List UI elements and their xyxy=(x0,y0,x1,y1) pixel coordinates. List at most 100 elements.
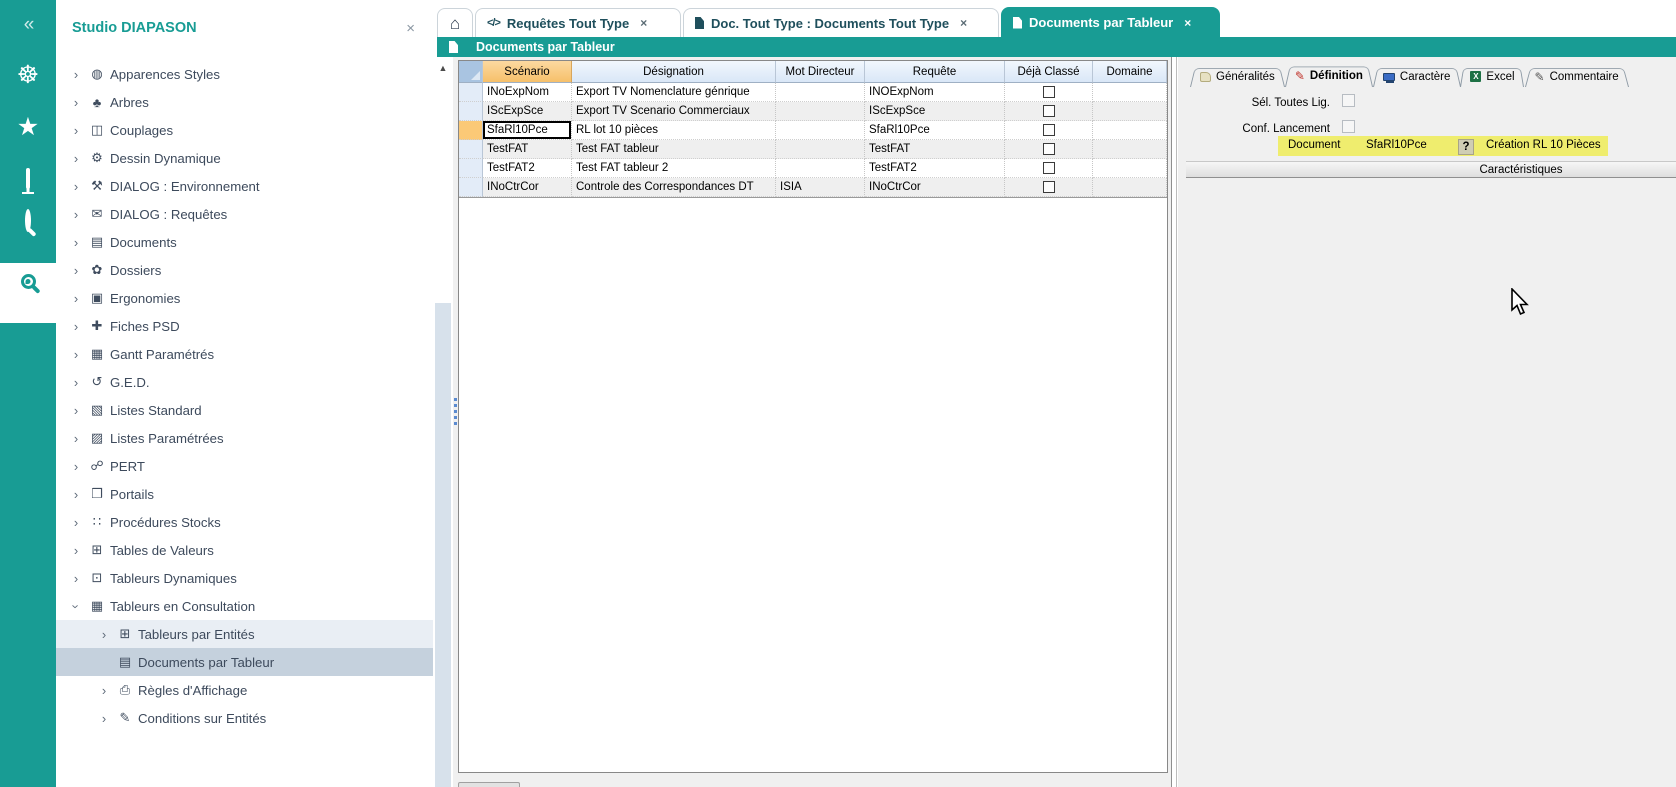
checkbox-unchecked[interactable] xyxy=(1043,124,1055,136)
column-header-domaine[interactable]: Domaine xyxy=(1093,61,1167,83)
tree-item[interactable]: ›☍PERT xyxy=(56,452,433,480)
home-tab[interactable]: ⌂ xyxy=(437,8,473,37)
tree-chevron-icon[interactable]: › xyxy=(66,95,86,110)
cell-domaine[interactable] xyxy=(1093,159,1167,178)
tree-item[interactable]: ›⊞Tableurs par Entités xyxy=(56,620,433,648)
cell-mot[interactable] xyxy=(776,121,865,140)
cell-domaine[interactable] xyxy=(1093,140,1167,159)
close-tab-icon[interactable]: × xyxy=(640,16,647,30)
tree-chevron-icon[interactable]: › xyxy=(66,151,86,166)
tree-chevron-icon[interactable]: › xyxy=(94,711,114,726)
tree-item[interactable]: ›◫Couplages xyxy=(56,116,433,144)
cell-domaine[interactable] xyxy=(1093,83,1167,102)
detail-tab-d-finition[interactable]: ✎Définition xyxy=(1285,64,1373,87)
search-icon[interactable] xyxy=(0,212,56,230)
cell-scenario[interactable]: SfaRl10Pce xyxy=(483,121,572,140)
column-header-mot[interactable]: Mot Directeur xyxy=(776,61,865,83)
tree-chevron-icon[interactable]: › xyxy=(94,683,114,698)
tree-item[interactable]: ›▧Listes Standard xyxy=(56,396,433,424)
tree-chevron-icon[interactable]: › xyxy=(66,179,86,194)
row-header[interactable] xyxy=(459,159,483,178)
column-header-designation[interactable]: Désignation xyxy=(572,61,776,83)
cell-domaine[interactable] xyxy=(1093,102,1167,121)
tree-item[interactable]: ›✎Conditions sur Entités xyxy=(56,704,433,732)
cell-mot[interactable] xyxy=(776,83,865,102)
row-header[interactable] xyxy=(459,83,483,102)
tree-item[interactable]: ›✉DIALOG : Requêtes xyxy=(56,200,433,228)
close-panel-icon[interactable]: × xyxy=(406,20,415,37)
cell-mot[interactable]: ISIA xyxy=(776,178,865,197)
column-header-requete[interactable]: Requête xyxy=(865,61,1005,83)
cell-designation[interactable]: Export TV Nomenclature génrique xyxy=(572,83,776,102)
cell-designation[interactable]: Controle des Correspondances DT xyxy=(572,178,776,197)
document-code-value[interactable]: SfaRl10Pce xyxy=(1366,139,1427,151)
cell-mot[interactable] xyxy=(776,102,865,121)
detail-tab-excel[interactable]: XExcel xyxy=(1460,66,1524,87)
cell-requete[interactable]: IScExpSce xyxy=(865,102,1005,121)
checkbox-unchecked[interactable] xyxy=(1043,105,1055,117)
tree-chevron-icon[interactable]: › xyxy=(66,543,86,558)
cell-requete[interactable]: INOExpNom xyxy=(865,83,1005,102)
tree-chevron-icon[interactable]: › xyxy=(66,67,86,82)
tree-item[interactable]: ›▣Ergonomies xyxy=(56,284,433,312)
tree-item[interactable]: ›❒Portails xyxy=(56,480,433,508)
tree-chevron-icon[interactable]: › xyxy=(66,571,86,586)
panel-separator[interactable] xyxy=(1171,57,1172,787)
conf-lancement-checkbox[interactable] xyxy=(1342,120,1355,133)
checkbox-unchecked[interactable] xyxy=(1043,86,1055,98)
tree-item[interactable]: ›◍Apparences Styles xyxy=(56,60,433,88)
tree-chevron-icon[interactable]: › xyxy=(94,627,114,642)
cell-requete[interactable]: INoCtrCor xyxy=(865,178,1005,197)
cell-scenario[interactable]: TestFAT2 xyxy=(483,159,572,178)
tab-doc-tout-type-documents-tout-type[interactable]: Doc. Tout Type : Documents Tout Type× xyxy=(683,8,999,37)
grid-corner-cell[interactable] xyxy=(459,61,483,83)
tree-chevron-icon[interactable]: › xyxy=(66,515,86,530)
cell-requete[interactable]: SfaRl10Pce xyxy=(865,121,1005,140)
column-header-classe[interactable]: Déjà Classé xyxy=(1005,61,1093,83)
cell-designation[interactable]: Test FAT tableur 2 xyxy=(572,159,776,178)
cell-domaine[interactable] xyxy=(1093,121,1167,140)
locate-search-icon[interactable] xyxy=(21,274,36,289)
detail-tab-g-n-ralit-s[interactable]: Généralités xyxy=(1190,66,1285,87)
scrollbar-thumb[interactable] xyxy=(435,303,451,787)
tree-item[interactable]: ›⚒DIALOG : Environnement xyxy=(56,172,433,200)
checkbox-unchecked[interactable] xyxy=(1043,162,1055,174)
tree-item[interactable]: ›▦Gantt Paramétrés xyxy=(56,340,433,368)
row-header[interactable] xyxy=(459,140,483,159)
tree-item[interactable]: ›⊡Tableurs Dynamiques xyxy=(56,564,433,592)
tree-item[interactable]: ›↺G.E.D. xyxy=(56,368,433,396)
detail-tab-commentaire[interactable]: ✎Commentaire xyxy=(1525,66,1629,87)
cell-scenario[interactable]: TestFAT xyxy=(483,140,572,159)
tree-chevron-icon[interactable]: › xyxy=(66,431,86,446)
tree-chevron-icon[interactable]: › xyxy=(66,291,86,306)
cell-scenario[interactable]: INoExpNom xyxy=(483,83,572,102)
tree-item[interactable]: ›⎙Règles d'Affichage xyxy=(56,676,433,704)
footer-button[interactable] xyxy=(458,782,520,787)
tree-item[interactable]: ›▨Listes Paramétrées xyxy=(56,424,433,452)
tree-item[interactable]: ›✚Fiches PSD xyxy=(56,312,433,340)
tree-chevron-icon[interactable]: › xyxy=(69,596,84,616)
cell-domaine[interactable] xyxy=(1093,178,1167,197)
row-header[interactable] xyxy=(459,121,483,140)
tab-requ-tes-tout-type[interactable]: </>Requêtes Tout Type× xyxy=(475,8,681,37)
tree-chevron-icon[interactable]: › xyxy=(66,403,86,418)
tree-item[interactable]: ›♣Arbres xyxy=(56,88,433,116)
scroll-up-icon[interactable] xyxy=(433,63,453,73)
sel-toutes-lig-checkbox[interactable] xyxy=(1342,94,1355,107)
display-monitor-icon[interactable] xyxy=(0,170,56,188)
tab-documents-par-tableur[interactable]: Documents par Tableur× xyxy=(1001,7,1220,37)
tree-item[interactable]: ›▤Documents xyxy=(56,228,433,256)
cell-scenario[interactable]: IScExpSce xyxy=(483,102,572,121)
tree-chevron-icon[interactable]: › xyxy=(66,123,86,138)
tree-chevron-icon[interactable]: › xyxy=(66,487,86,502)
tree-chevron-icon[interactable]: › xyxy=(66,375,86,390)
settings-wheel-icon[interactable]: ☸ xyxy=(0,60,56,90)
tree-chevron-icon[interactable]: › xyxy=(66,235,86,250)
tree-item[interactable]: ›▦Tableurs en Consultation xyxy=(56,592,433,620)
detail-tab-caract-re[interactable]: Caractère xyxy=(1373,66,1461,87)
close-tab-icon[interactable]: × xyxy=(960,16,967,30)
tree-chevron-icon[interactable]: › xyxy=(66,459,86,474)
checkbox-unchecked[interactable] xyxy=(1043,143,1055,155)
cell-designation[interactable]: Export TV Scenario Commerciaux xyxy=(572,102,776,121)
cell-requete[interactable]: TestFAT2 xyxy=(865,159,1005,178)
